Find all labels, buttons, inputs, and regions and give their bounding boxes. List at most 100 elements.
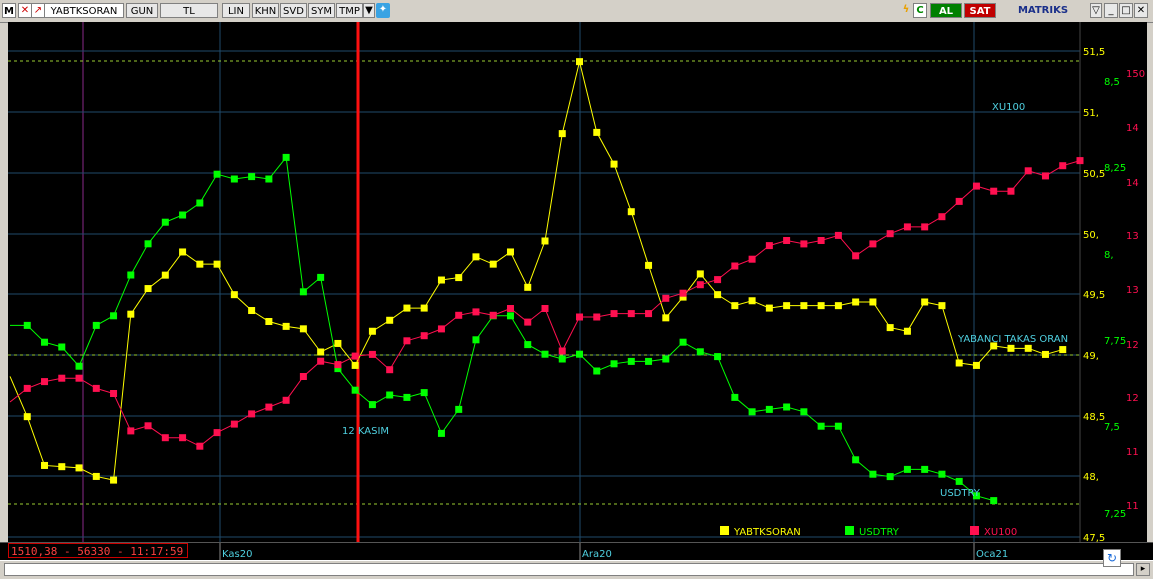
series-point-yabtksoran (334, 339, 342, 347)
mid-axis-tick-label: 7,5 (1104, 422, 1120, 433)
mid-axis-tick-label: 7,75 (1104, 336, 1126, 347)
series-point-usdtry (834, 422, 842, 430)
refresh-icon[interactable]: ↻ (1103, 549, 1121, 567)
series-point-xu100 (161, 434, 169, 442)
series-point-xu100 (558, 347, 566, 355)
series-line-yabtksoran (9, 61, 1063, 481)
series-point-usdtry (731, 393, 739, 401)
close-icon[interactable]: ✕ (1134, 3, 1148, 18)
yabanci-takas-label: YABANCI TAKAS ORAN (957, 334, 1068, 345)
scrollbar-track[interactable] (4, 563, 1134, 576)
lightning-icon[interactable]: ϟ (900, 3, 912, 18)
c-button[interactable]: C (913, 3, 927, 18)
series-point-usdtry (662, 355, 670, 363)
chart-type-icon[interactable]: ↗ (31, 3, 45, 18)
series-point-yabtksoran (41, 461, 49, 469)
series-point-xu100 (368, 350, 376, 358)
series-point-xu100 (576, 313, 584, 321)
matriks-logo: MATRIKS (1000, 3, 1086, 18)
series-point-xu100 (783, 237, 791, 244)
chart-plot-area[interactable]: 12 KASIM 51,5 51, 50,5 50, 49,5 49, 48,5 48, 47,5… (8, 22, 1147, 544)
scroll-right-icon[interactable]: ▸ (1136, 563, 1150, 576)
menu-m-button[interactable]: M (2, 3, 16, 18)
series-point-yabtksoran (368, 327, 376, 335)
left-axis-tick-label: 50,5 (1083, 169, 1105, 180)
series-point-yabtksoran (23, 413, 31, 421)
price-chart: 12 KASIM 51,5 51, 50,5 50, 49,5 49, 48,5 48, 47,5… (8, 22, 1145, 544)
series-point-yabtksoran (610, 160, 618, 168)
series-point-usdtry (248, 173, 256, 181)
series-point-xu100 (886, 230, 894, 238)
dropdown-arrow-icon[interactable]: ▼ (363, 3, 375, 18)
series-point-usdtry (420, 389, 428, 397)
series-point-usdtry (368, 401, 376, 409)
right-axis-tick-label: 14 (1126, 123, 1139, 134)
mid-axis-tick-label: 8,25 (1104, 163, 1126, 174)
series-point-xu100 (1007, 187, 1015, 195)
right-axis-tick-label: 150 (1126, 69, 1145, 80)
tmp-button[interactable]: TMP (336, 3, 363, 18)
series-point-yabtksoran (58, 463, 66, 471)
series-point-usdtry (179, 211, 187, 219)
sym-button[interactable]: SYM (308, 3, 335, 18)
series-point-usdtry (955, 477, 963, 485)
usdtry-label: USDTRY (940, 488, 981, 499)
series-point-usdtry (679, 338, 687, 346)
currency-button[interactable]: TL (160, 3, 218, 18)
series-point-usdtry (75, 362, 83, 370)
maximize-icon[interactable]: □ (1119, 3, 1133, 18)
series-point-yabtksoran (817, 302, 825, 310)
chart-toolbar: M ✕ ↗ YABTKSORAN GUN TL LIN KHN SVD SYM … (0, 0, 1153, 23)
legend-label: USDTRY (859, 527, 900, 538)
series-point-xu100 (299, 373, 307, 380)
series-point-usdtry (852, 456, 860, 464)
mid-axis-tick-label: 8,5 (1104, 77, 1120, 88)
series-point-yabtksoran (299, 325, 307, 333)
series-point-yabtksoran (161, 271, 169, 279)
series-point-xu100 (248, 410, 256, 418)
series-point-yabtksoran (75, 464, 83, 472)
series-point-xu100 (610, 310, 618, 318)
series-point-usdtry (23, 321, 31, 329)
series-point-yabtksoran (437, 276, 445, 284)
series-point-usdtry (299, 288, 307, 296)
period-button[interactable]: GUN (126, 3, 158, 18)
series-point-yabtksoran (869, 298, 877, 306)
symbol-field[interactable]: YABTKSORAN (44, 3, 124, 18)
series-point-xu100 (593, 313, 601, 321)
date-tick-label: Kas20 (222, 549, 252, 560)
series-point-usdtry (817, 422, 825, 430)
series-point-usdtry (524, 341, 532, 349)
scale-button[interactable]: LIN (222, 3, 250, 18)
series-point-xu100 (265, 403, 273, 411)
series-point-xu100 (679, 289, 687, 297)
legend-swatch (845, 526, 854, 535)
series-point-xu100 (852, 252, 860, 260)
series-point-yabtksoran (955, 359, 963, 367)
series-point-yabtksoran (783, 302, 791, 310)
series-point-xu100 (179, 434, 187, 442)
series-point-yabtksoran (127, 310, 135, 318)
series-point-xu100 (386, 366, 394, 374)
series-point-xu100 (1041, 172, 1049, 180)
khn-button[interactable]: KHN (252, 3, 279, 18)
buy-button[interactable]: AL (930, 3, 962, 18)
series-point-xu100 (437, 325, 445, 333)
series-point-usdtry (265, 175, 273, 183)
series-point-xu100 (524, 318, 532, 326)
series-point-usdtry (230, 175, 238, 183)
series-point-xu100 (714, 276, 722, 284)
horizontal-scrollbar[interactable]: ▸ (0, 560, 1153, 579)
twitter-icon[interactable]: ✦ (376, 3, 390, 18)
collapse-icon[interactable]: ▽ (1090, 3, 1102, 18)
sell-button[interactable]: SAT (964, 3, 996, 18)
left-axis-tick-label: 51,5 (1083, 47, 1105, 58)
series-point-xu100 (41, 378, 49, 386)
series-point-usdtry (783, 403, 791, 411)
close-chart-icon[interactable]: ✕ (18, 3, 32, 18)
series-point-yabtksoran (1041, 350, 1049, 358)
minimize-icon[interactable]: _ (1104, 3, 1118, 18)
series-point-yabtksoran (800, 302, 808, 310)
series-point-xu100 (972, 182, 980, 190)
svd-button[interactable]: SVD (280, 3, 307, 18)
